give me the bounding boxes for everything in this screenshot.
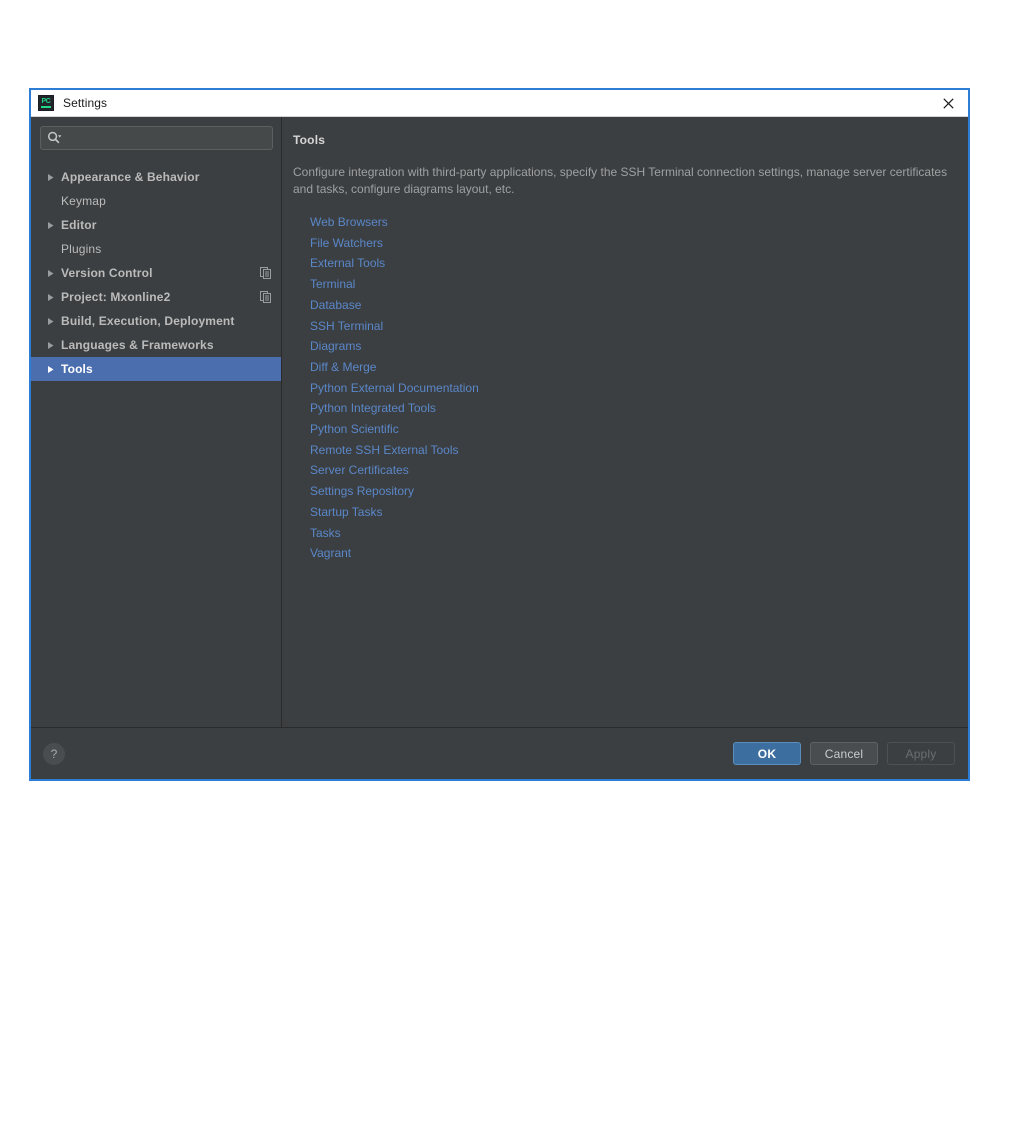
apply-button: Apply	[887, 742, 955, 765]
sidebar-item-appearance-behavior[interactable]: Appearance & Behavior	[31, 165, 281, 189]
tool-link-remote-ssh-external-tools[interactable]: Remote SSH External Tools	[310, 440, 459, 461]
tool-link-settings-repository[interactable]: Settings Repository	[310, 481, 414, 502]
expand-arrow-icon[interactable]	[47, 365, 61, 374]
sidebar-item-version-control[interactable]: Version Control	[31, 261, 281, 285]
page-title: Tools	[293, 133, 326, 147]
settings-sidebar: Appearance & Behavior Keymap Editor Plugins…	[31, 117, 282, 727]
tool-link-python-external-documentation[interactable]: Python External Documentation	[310, 378, 479, 399]
dialog-title: Settings	[63, 96, 108, 110]
tool-link-startup-tasks[interactable]: Startup Tasks	[310, 502, 382, 523]
sidebar-item-build-execution-deployment[interactable]: Build, Execution, Deployment	[31, 309, 281, 333]
cancel-button[interactable]: Cancel	[810, 742, 878, 765]
tools-link-list: Web Browsers File Watchers External Tools T…	[293, 212, 956, 564]
expand-arrow-icon[interactable]	[47, 341, 61, 350]
sidebar-item-tools[interactable]: Tools	[31, 357, 281, 381]
expand-arrow-icon[interactable]	[47, 269, 61, 278]
sidebar-item-label: Version Control	[61, 266, 153, 280]
search-box[interactable]	[40, 126, 273, 150]
tool-link-file-watchers[interactable]: File Watchers	[310, 233, 383, 254]
ok-button[interactable]: OK	[733, 742, 801, 765]
expand-arrow-icon[interactable]	[47, 317, 61, 326]
sidebar-item-keymap[interactable]: Keymap	[31, 189, 281, 213]
tool-link-server-certificates[interactable]: Server Certificates	[310, 460, 409, 481]
tool-link-tasks[interactable]: Tasks	[310, 523, 341, 544]
dialog-titlebar: PC Settings	[31, 90, 968, 117]
pycharm-icon-text: PC	[41, 98, 51, 105]
sidebar-item-label: Project: Mxonline2	[61, 290, 171, 304]
dialog-body: Appearance & Behavior Keymap Editor Plugins…	[31, 117, 968, 727]
search-icon	[47, 131, 62, 144]
close-button[interactable]	[928, 90, 968, 116]
tool-link-external-tools[interactable]: External Tools	[310, 253, 385, 274]
copy-settings-icon[interactable]	[260, 267, 271, 279]
settings-tree: Appearance & Behavior Keymap Editor Plugins…	[31, 165, 281, 381]
tool-link-diff-merge[interactable]: Diff & Merge	[310, 357, 376, 378]
sidebar-item-project-mxonline2[interactable]: Project: Mxonline2	[31, 285, 281, 309]
sidebar-item-label: Languages & Frameworks	[61, 338, 214, 352]
sidebar-item-editor[interactable]: Editor	[31, 213, 281, 237]
tool-link-database[interactable]: Database	[310, 295, 361, 316]
sidebar-item-label: Plugins	[61, 242, 102, 256]
sidebar-item-languages-frameworks[interactable]: Languages & Frameworks	[31, 333, 281, 357]
pycharm-icon-bar	[41, 106, 51, 108]
page-description: Configure integration with third-party a…	[293, 165, 948, 196]
sidebar-item-label: Editor	[61, 218, 97, 232]
sidebar-item-plugins[interactable]: Plugins	[31, 237, 281, 261]
dialog-button-group: OK Cancel Apply	[733, 742, 955, 765]
search-wrapper	[31, 126, 281, 150]
sidebar-item-label: Tools	[61, 362, 93, 376]
tool-link-python-scientific[interactable]: Python Scientific	[310, 419, 399, 440]
help-button[interactable]: ?	[43, 742, 65, 765]
tool-link-web-browsers[interactable]: Web Browsers	[310, 212, 388, 233]
tool-link-terminal[interactable]: Terminal	[310, 274, 355, 295]
sidebar-item-label: Build, Execution, Deployment	[61, 314, 235, 328]
expand-arrow-icon[interactable]	[47, 173, 61, 182]
settings-dialog: PC Settings Appearance & Behavior Keymap…	[29, 88, 970, 781]
close-icon	[942, 97, 954, 109]
sidebar-item-label: Appearance & Behavior	[61, 170, 200, 184]
chevron-down-icon	[58, 135, 62, 138]
tool-link-python-integrated-tools[interactable]: Python Integrated Tools	[310, 398, 436, 419]
sidebar-item-label: Keymap	[61, 194, 106, 208]
pycharm-icon: PC	[38, 95, 54, 111]
dialog-footer: ? OK Cancel Apply	[31, 727, 968, 779]
tool-link-ssh-terminal[interactable]: SSH Terminal	[310, 316, 383, 337]
expand-arrow-icon[interactable]	[47, 293, 61, 302]
settings-content-pane: Tools Configure integration with third-p…	[282, 117, 968, 727]
expand-arrow-icon[interactable]	[47, 221, 61, 230]
tool-link-diagrams[interactable]: Diagrams	[310, 336, 361, 357]
search-input[interactable]	[66, 128, 266, 148]
tool-link-vagrant[interactable]: Vagrant	[310, 543, 351, 564]
copy-settings-icon[interactable]	[260, 291, 271, 303]
